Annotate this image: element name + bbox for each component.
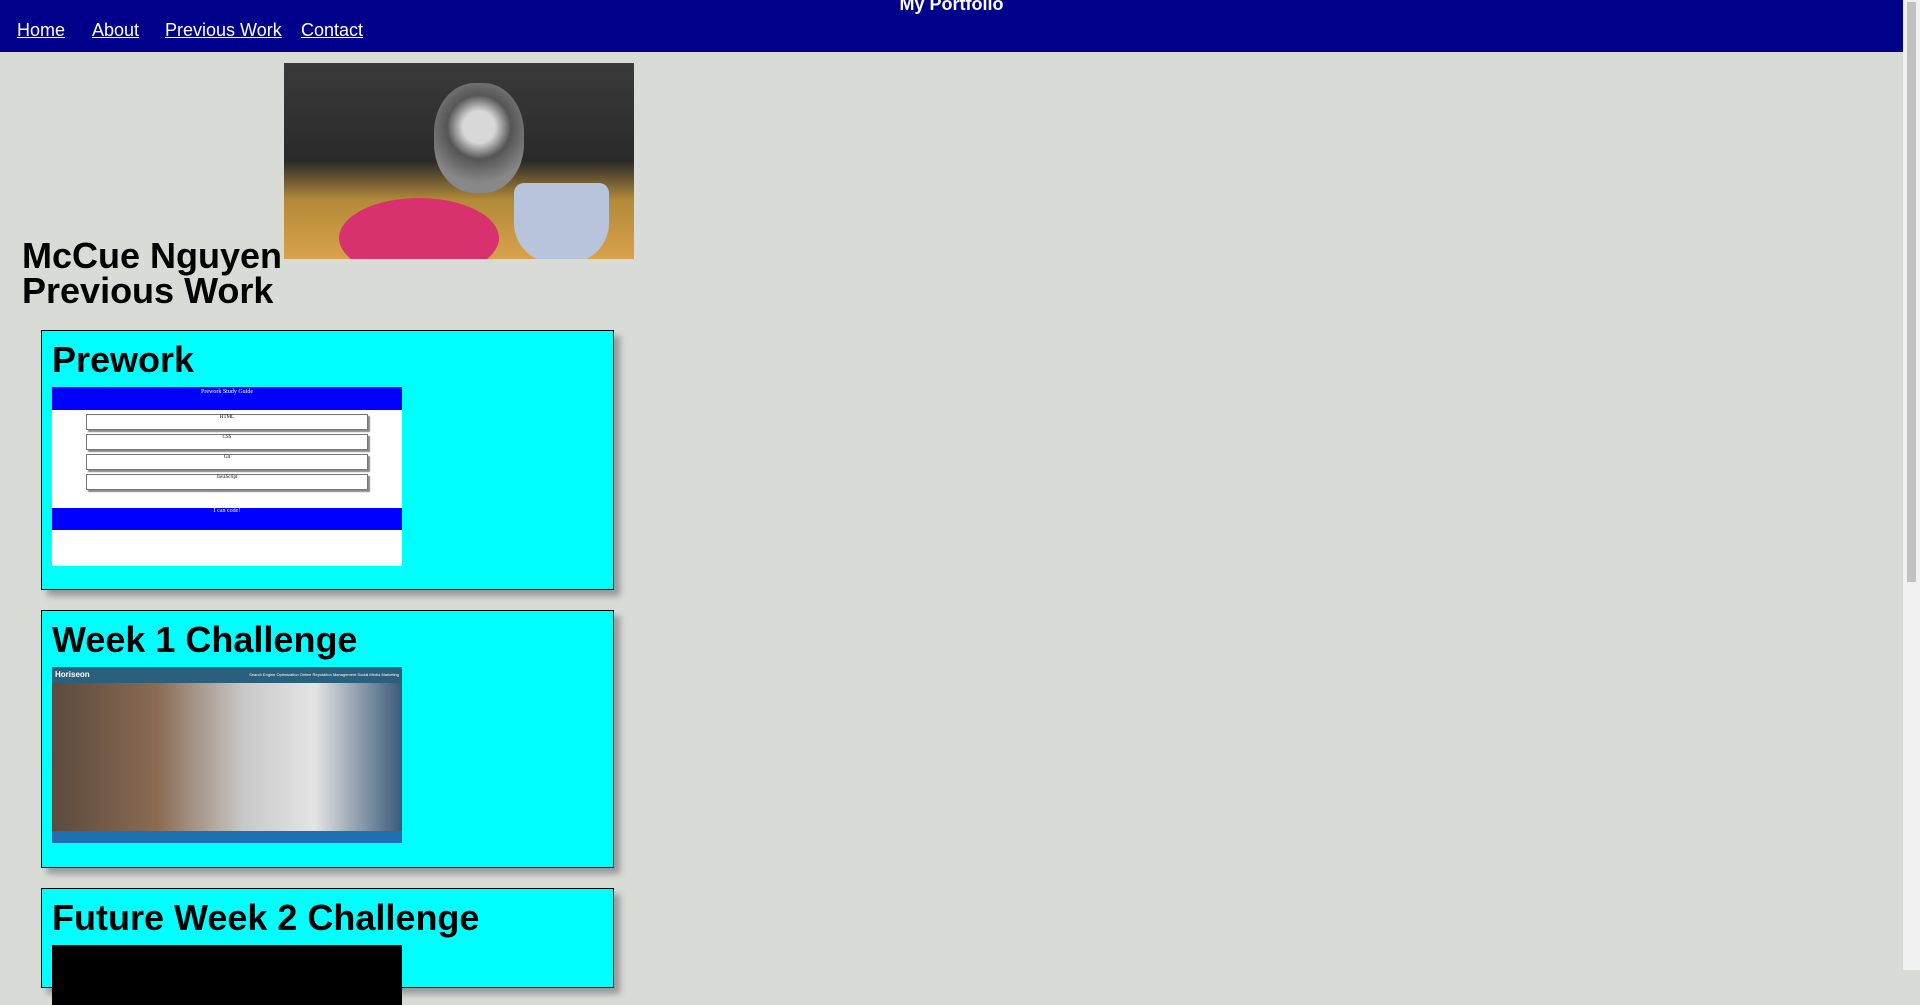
project-card-week2[interactable]: Future Week 2 Challenge	[41, 888, 614, 1005]
project-title: Prework	[52, 339, 195, 380]
project-title: Week 1 Challenge	[52, 619, 358, 660]
preview-footer: I can code!	[52, 508, 402, 530]
week2-screenshot[interactable]	[52, 945, 402, 1005]
nav-about[interactable]: About	[92, 20, 139, 41]
project-card-week1[interactable]: Week 1 Challenge Horiseon Search Engine O…	[41, 610, 614, 868]
raccoon-image	[284, 63, 634, 259]
project-title: Future Week 2 Challenge	[52, 897, 480, 938]
scrollbar-thumb[interactable]	[1907, 2, 1916, 582]
preview-brand: Horiseon	[55, 670, 90, 679]
preview-links: Search Engine Optimization Online Reputa…	[249, 672, 399, 677]
preview-section: Git	[86, 454, 368, 470]
preview-section: HTML	[86, 414, 368, 430]
nav-home[interactable]: Home	[17, 20, 65, 41]
site-header: My Portfolio Home About Previous Work Co…	[0, 0, 1903, 52]
nav-contact[interactable]: Contact	[301, 20, 363, 41]
preview-section: CSS	[86, 434, 368, 450]
prework-screenshot[interactable]: Prework Study Guide HTML CSS Git JavaScr…	[52, 387, 402, 566]
project-card-prework[interactable]: Prework Prework Study Guide HTML CSS Git…	[41, 330, 614, 590]
scrollbar[interactable]	[1903, 0, 1920, 970]
page-heading: McCue Nguyen Previous Work	[22, 238, 282, 311]
preview-section: JavaScript	[86, 474, 368, 490]
preview-heading: Prework Study Guide	[201, 389, 253, 395]
nav-previous-work[interactable]: Previous Work	[165, 20, 282, 41]
horiseon-screenshot[interactable]: Horiseon Search Engine Optimization Onlin…	[52, 667, 402, 843]
section-title: Previous Work	[22, 270, 274, 311]
site-title: My Portfolio	[899, 0, 1004, 14]
